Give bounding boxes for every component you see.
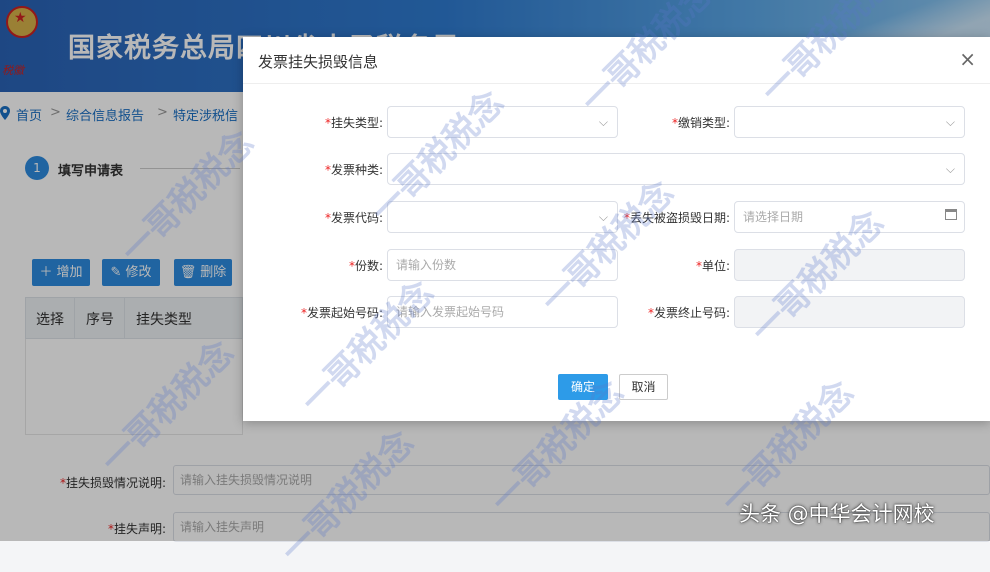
chevron-down-icon: ⌵ (598, 115, 608, 129)
loss-type-label: *挂失类型: (324, 116, 383, 130)
copies-input[interactable]: 请输入份数 (387, 249, 618, 281)
start-number-input[interactable]: 请输入发票起始号码 (387, 296, 618, 328)
invoice-kind-select[interactable]: ⌵ (387, 153, 965, 185)
chevron-down-icon: ⌵ (598, 210, 608, 224)
chevron-down-icon: ⌵ (945, 162, 955, 176)
loss-date-picker[interactable]: 请选择日期 (734, 201, 965, 233)
invoice-loss-dialog: 发票挂失损毁信息 × *挂失类型: ⌵ *缴销类型: ⌵ *发票种类: ⌵ *发… (243, 37, 990, 421)
close-icon[interactable]: × (959, 47, 976, 71)
confirm-button[interactable]: 确定 (558, 374, 608, 400)
cancel-type-label: *缴销类型: (671, 116, 730, 130)
chevron-down-icon: ⌵ (945, 115, 955, 129)
dialog-title: 发票挂失损毁信息 (258, 53, 379, 71)
cancel-button[interactable]: 取消 (619, 374, 668, 400)
page: ★ 税徽 国家税务总局四川省电子税务局 首页 > 综合信息报告 > 特定涉税信 … (0, 0, 990, 571)
unit-label: *单位: (695, 259, 730, 273)
loss-date-label: *丢失被盗损毁日期: (623, 211, 730, 225)
source-credit: 头条 @中华会计网校 (739, 502, 935, 526)
end-number-input[interactable] (734, 296, 965, 328)
dialog-divider (243, 83, 990, 84)
start-number-label: *发票起始号码: (300, 306, 383, 320)
end-number-label: *发票终止号码: (647, 306, 730, 320)
copies-label: *份数: (348, 259, 383, 273)
invoice-code-label: *发票代码: (324, 211, 383, 225)
calendar-icon (945, 209, 957, 220)
cancel-type-select[interactable]: ⌵ (734, 106, 965, 138)
unit-input[interactable] (734, 249, 965, 281)
loss-type-select[interactable]: ⌵ (387, 106, 618, 138)
invoice-code-select[interactable]: ⌵ (387, 201, 618, 233)
invoice-kind-label: *发票种类: (324, 163, 383, 177)
